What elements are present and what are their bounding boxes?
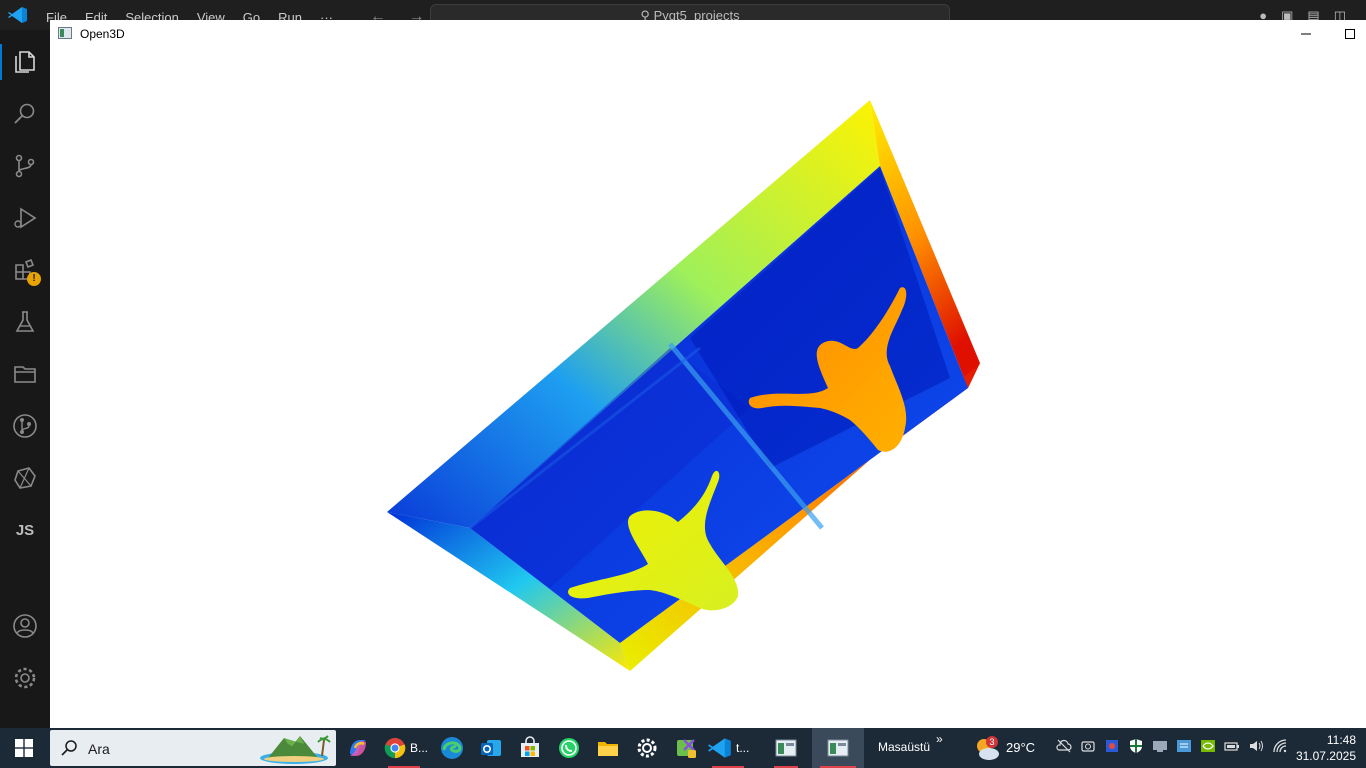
search-icon	[61, 740, 77, 756]
whatsapp-taskbar-button[interactable]	[549, 728, 589, 768]
outlook-icon	[481, 740, 501, 756]
desktop-label[interactable]: Masaüstü	[878, 740, 930, 754]
source-control-button[interactable]	[0, 142, 50, 190]
vscode-window-label: t...	[736, 741, 750, 755]
edge-icon	[441, 737, 463, 759]
taskbar-search-placeholder: Ara	[88, 741, 110, 757]
maximize-icon[interactable]	[1340, 26, 1360, 42]
wifi-icon[interactable]	[1272, 738, 1288, 754]
python-window-taskbar-button[interactable]	[766, 728, 806, 768]
open3d-window: Open3D	[50, 20, 1366, 728]
account-icon	[13, 614, 37, 638]
system-tray	[1056, 738, 1288, 754]
outlook-taskbar-button[interactable]	[471, 728, 511, 768]
app-window-icon	[775, 739, 797, 757]
remote-explorer-button[interactable]	[0, 454, 50, 502]
temperature-label[interactable]: 29°C	[1006, 740, 1035, 755]
open3d-app-icon	[58, 27, 72, 39]
bluetooth-devices-icon[interactable]	[1104, 738, 1120, 754]
onedrive-offline-icon[interactable]	[1056, 738, 1072, 754]
open3d-taskbar-button[interactable]	[812, 728, 864, 768]
snipping-tool-taskbar-button[interactable]	[666, 728, 706, 768]
project-manager-button[interactable]	[0, 350, 50, 398]
microsoft-store-icon	[521, 736, 539, 757]
manage-button[interactable]	[0, 654, 50, 702]
vscode-icon	[708, 738, 731, 758]
explorer-button[interactable]	[0, 38, 50, 86]
volume-icon[interactable]	[1248, 738, 1264, 754]
copilot-taskbar-button[interactable]	[338, 728, 378, 768]
edge-taskbar-button[interactable]	[432, 728, 472, 768]
search-highlight-island-icon	[260, 735, 331, 764]
folder-icon	[14, 366, 36, 383]
settings-taskbar-button[interactable]	[627, 728, 667, 768]
extensions-button[interactable]: !	[0, 246, 50, 294]
nvidia-icon[interactable]	[1200, 738, 1216, 754]
vscode-taskbar-button[interactable]: t...	[704, 728, 752, 768]
windows-taskbar: Ara B... t... Masaüstü » 3 29°C 11:48 31…	[0, 728, 1366, 768]
network-adapter-icon[interactable]	[1176, 738, 1192, 754]
chrome-window-label: B...	[409, 741, 428, 755]
windows-logo-icon	[15, 739, 33, 757]
search-icon	[14, 103, 35, 124]
flask-icon	[15, 311, 35, 332]
open3d-window-title: Open3D	[80, 27, 125, 41]
start-button[interactable]	[0, 728, 48, 768]
git-graph-button[interactable]	[0, 402, 50, 450]
taskbar-search-box[interactable]: Ara	[50, 730, 336, 766]
store-taskbar-button[interactable]	[510, 728, 550, 768]
pointcloud-canvas[interactable]	[50, 48, 1366, 728]
chrome-taskbar-button[interactable]: B...	[380, 728, 428, 768]
whatsapp-icon	[559, 738, 579, 758]
testing-button[interactable]	[0, 298, 50, 346]
file-explorer-taskbar-button[interactable]	[588, 728, 628, 768]
accounts-button[interactable]	[0, 602, 50, 650]
open3d-titlebar[interactable]: Open3D	[50, 20, 1366, 48]
files-icon	[15, 51, 35, 73]
minimize-icon[interactable]	[1296, 26, 1316, 42]
gear-icon	[637, 738, 657, 758]
toolbar-expand-chevron[interactable]: »	[936, 732, 943, 746]
snipping-tool-icon	[677, 739, 696, 758]
clock-time: 11:48	[1326, 733, 1356, 747]
taskbar-clock[interactable]: 11:48 31.07.2025	[1296, 732, 1356, 764]
js-extension-button[interactable]: JS	[0, 506, 50, 554]
camera-icon[interactable]	[1080, 738, 1096, 754]
open3d-app-icon	[827, 739, 849, 757]
monitor-icon	[14, 467, 36, 489]
activity-bar: ! JS	[0, 30, 51, 758]
battery-icon[interactable]	[1224, 738, 1240, 754]
warning-icon: !	[27, 272, 41, 286]
security-shield-icon[interactable]	[1128, 738, 1144, 754]
display-icon[interactable]	[1152, 738, 1168, 754]
gear-icon	[14, 667, 36, 689]
vscode-logo-icon	[8, 7, 27, 23]
folder-icon	[598, 742, 618, 756]
run-debug-icon	[14, 207, 37, 229]
weather-badge: 3	[986, 736, 998, 748]
run-debug-button[interactable]	[0, 194, 50, 242]
git-graph-icon	[13, 414, 37, 438]
source-control-icon	[15, 154, 35, 178]
clock-date: 31.07.2025	[1295, 749, 1356, 763]
chrome-icon	[384, 737, 406, 759]
search-button[interactable]	[0, 90, 50, 138]
js-label: JS	[15, 521, 35, 539]
copilot-icon	[350, 740, 366, 756]
